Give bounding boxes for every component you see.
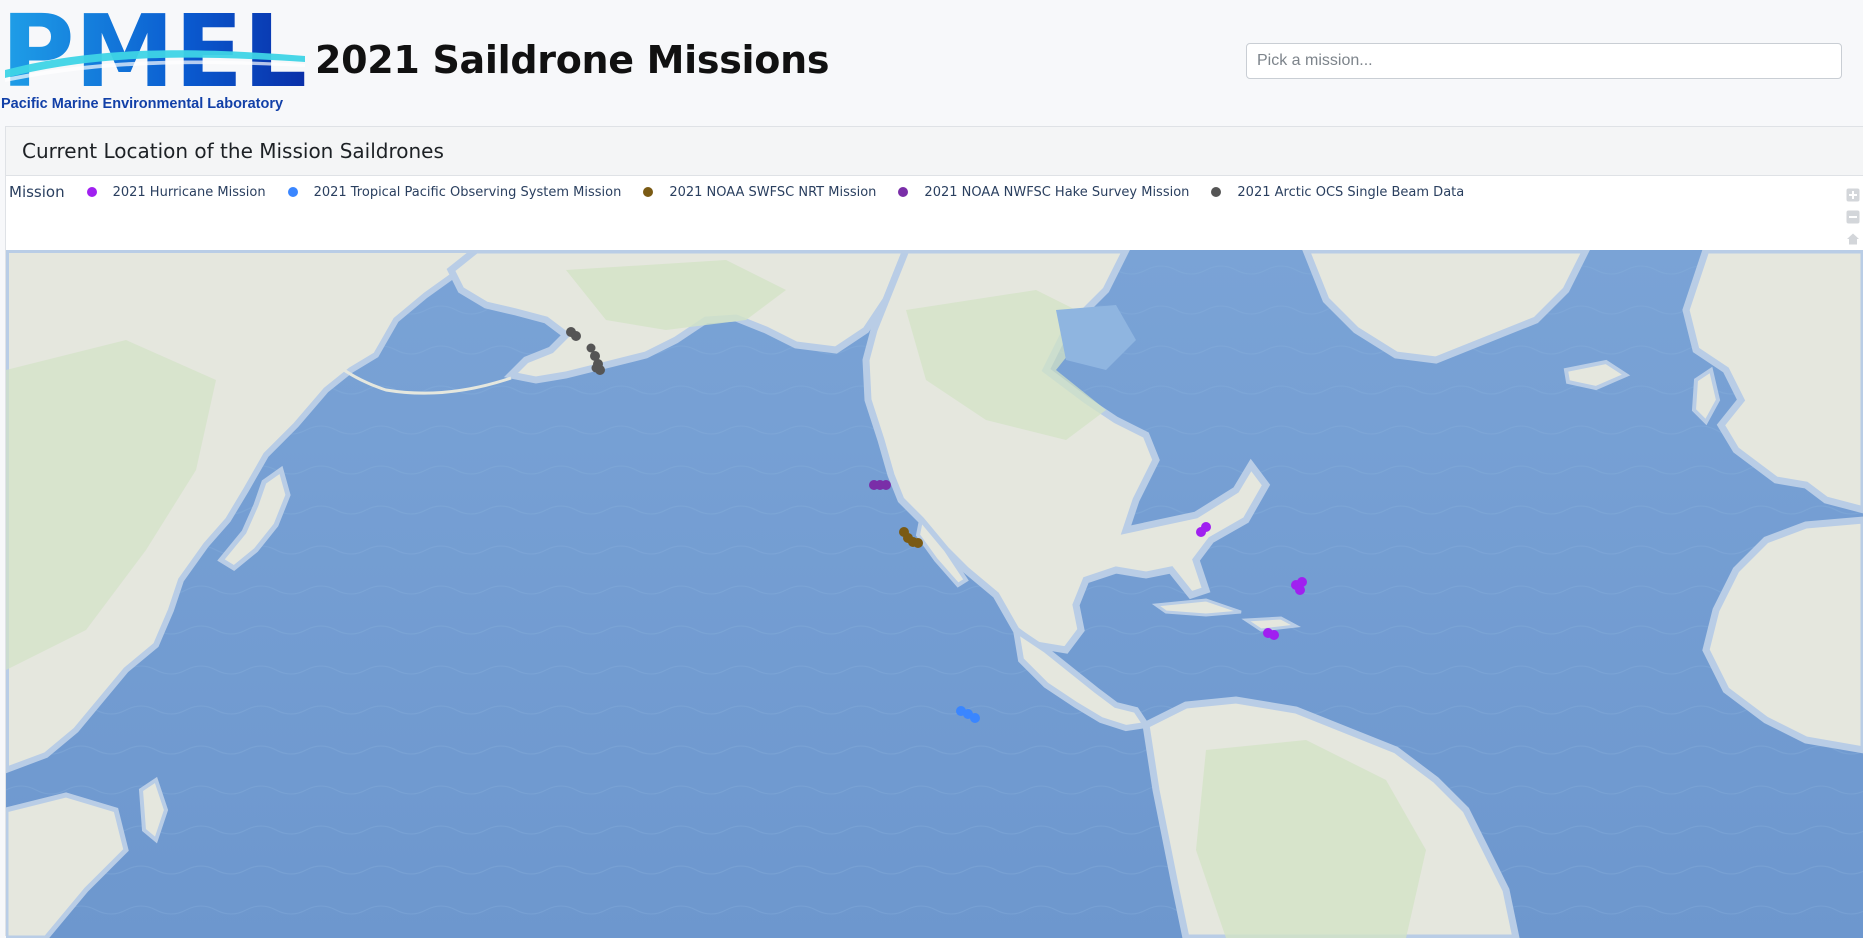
- legend-marker: [287, 187, 298, 197]
- legend-marker: [643, 187, 654, 197]
- page-title: 2021 Saildrone Missions: [315, 38, 830, 82]
- legend-label: 2021 NOAA NWFSC Hake Survey Mission: [924, 184, 1190, 200]
- zoom-in-button[interactable]: [1843, 184, 1863, 206]
- logo-subtitle: Pacific Marine Environmental Laboratory: [1, 96, 284, 112]
- legend-label: 2021 NOAA SWFSC NRT Mission: [669, 184, 877, 200]
- map-canvas[interactable]: [6, 250, 1863, 938]
- legend-label: 2021 Hurricane Mission: [112, 184, 266, 200]
- legend-item-tpos[interactable]: 2021 Tropical Pacific Observing System M…: [287, 184, 622, 200]
- legend-item-hake[interactable]: 2021 NOAA NWFSC Hake Survey Mission: [898, 185, 1189, 200]
- legend-item-arctic[interactable]: 2021 Arctic OCS Single Beam Data: [1211, 185, 1464, 200]
- mission-picker-input[interactable]: [1246, 43, 1842, 79]
- legend-marker: [1211, 187, 1222, 197]
- reset-view-button[interactable]: [1843, 228, 1863, 250]
- zoom-in-icon: [1846, 188, 1860, 202]
- page-header: PMEL Pacific Marine Environmental Labora…: [0, 0, 1863, 126]
- zoom-out-icon: [1846, 210, 1860, 224]
- card-header: Current Location of the Mission Saildron…: [6, 127, 1863, 176]
- legend-marker: [898, 187, 909, 197]
- legend-label: 2021 Tropical Pacific Observing System M…: [313, 184, 622, 200]
- legend-item-hurricane[interactable]: 2021 Hurricane Mission: [86, 184, 266, 200]
- legend-title: Mission: [9, 183, 65, 201]
- track-nwfsc-hake[interactable]: [869, 480, 891, 490]
- legend-label: 2021 Arctic OCS Single Beam Data: [1237, 184, 1465, 200]
- legend-marker: [86, 187, 97, 197]
- legend-item-swfsc[interactable]: 2021 NOAA SWFSC NRT Mission: [643, 185, 876, 200]
- saildrone-map[interactable]: [6, 250, 1863, 938]
- map-legend: Mission 2021 Hurricane Mission 2021 Trop…: [9, 182, 1486, 202]
- zoom-out-button[interactable]: [1843, 206, 1863, 228]
- home-icon: [1847, 233, 1859, 245]
- card-title: Current Location of the Mission Saildron…: [22, 139, 444, 163]
- logo-wordmark: PMEL: [5, 4, 305, 94]
- map-card: Current Location of the Mission Saildron…: [5, 126, 1863, 938]
